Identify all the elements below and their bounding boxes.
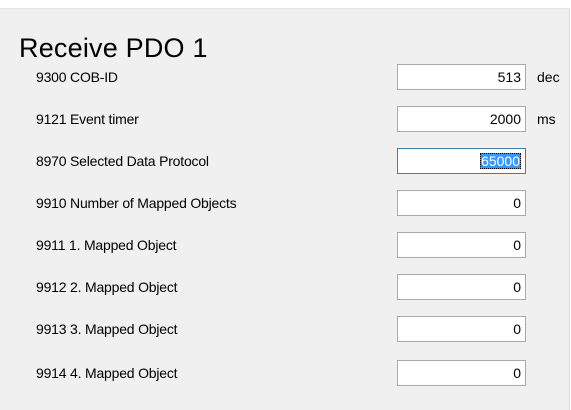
receive-pdo-panel: Receive PDO 1 9300 COB-ID 513 dec 9121 E… <box>0 8 570 410</box>
mapped-object-2-input[interactable]: 0 <box>397 274 526 300</box>
event-timer-value: 2000 <box>489 111 521 127</box>
cob-id-value: 513 <box>497 69 521 85</box>
selected-data-protocol-value: 65000 <box>480 153 521 169</box>
number-of-mapped-objects-label: 9910 Number of Mapped Objects <box>36 195 237 211</box>
mapped-object-4-value: 0 <box>513 365 521 381</box>
event-timer-unit: ms <box>537 111 556 127</box>
mapped-object-3-label: 9913 3. Mapped Object <box>36 321 178 337</box>
event-timer-label: 9121 Event timer <box>36 111 139 127</box>
panel-title: Receive PDO 1 <box>19 33 208 63</box>
cob-id-label: 9300 COB-ID <box>36 69 118 85</box>
event-timer-input[interactable]: 2000 <box>397 106 526 132</box>
mapped-object-3-input[interactable]: 0 <box>397 316 526 342</box>
mapped-object-2-value: 0 <box>513 279 521 295</box>
number-of-mapped-objects-input[interactable]: 0 <box>397 190 526 216</box>
mapped-object-2-label: 9912 2. Mapped Object <box>36 279 178 295</box>
mapped-object-1-value: 0 <box>513 237 521 253</box>
mapped-object-1-input[interactable]: 0 <box>397 232 526 258</box>
cob-id-input[interactable]: 513 <box>397 64 526 90</box>
mapped-object-4-input[interactable]: 0 <box>397 360 526 386</box>
mapped-object-3-value: 0 <box>513 321 521 337</box>
mapped-object-4-label: 9914 4. Mapped Object <box>36 365 178 381</box>
number-of-mapped-objects-value: 0 <box>513 195 521 211</box>
selected-data-protocol-label: 8970 Selected Data Protocol <box>36 153 209 169</box>
cob-id-unit: dec <box>537 69 560 85</box>
mapped-object-1-label: 9911 1. Mapped Object <box>36 237 177 253</box>
selected-data-protocol-input[interactable]: 65000 <box>397 148 526 174</box>
